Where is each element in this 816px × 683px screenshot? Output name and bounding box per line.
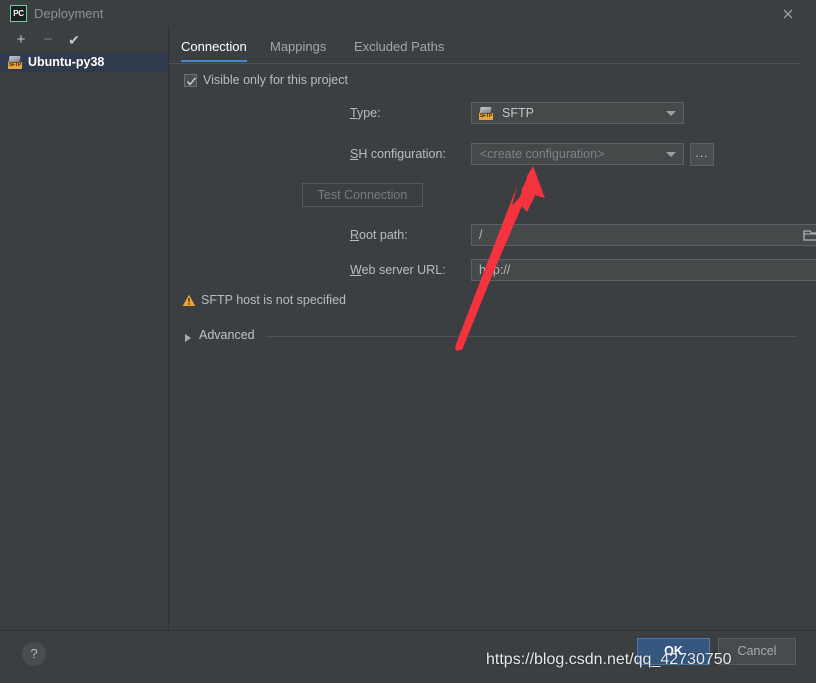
visible-only-row: Visible only for this project <box>169 71 816 95</box>
web-server-url-input[interactable]: http:// <box>471 259 816 281</box>
visible-only-checkbox[interactable] <box>184 74 197 87</box>
remove-server-button[interactable]: − <box>38 30 58 50</box>
chevron-down-icon <box>666 152 676 157</box>
test-connection-button[interactable]: Test Connection <box>302 183 423 207</box>
tab-separator <box>169 63 801 64</box>
tab-active-underline <box>181 60 247 62</box>
dialog-title: Deployment <box>34 6 104 21</box>
web-server-url-value: http:// <box>479 263 511 277</box>
sftp-server-icon: SFTP <box>479 107 493 120</box>
add-server-button[interactable]: + <box>11 30 31 50</box>
warning-triangle-icon <box>182 294 196 307</box>
ssh-configuration-label: SH configuration: <box>350 147 446 161</box>
tab-excluded-paths-label: Excluded Paths <box>354 39 445 54</box>
folder-icon[interactable] <box>799 225 816 245</box>
visible-only-label: Visible only for this project <box>203 73 348 87</box>
help-button[interactable]: ? <box>22 642 46 666</box>
server-list: SFTP Ubuntu-py38 <box>0 53 168 630</box>
deployment-dialog: PC Deployment + − ✔ SFTP Ubuntu-py38 Con… <box>0 0 816 683</box>
root-path-label-text: oot path: <box>359 228 408 242</box>
root-path-value: / <box>479 228 483 242</box>
ssh-configuration-row: SH configuration: <create configuration>… <box>169 143 816 167</box>
deployment-servers-sidebar: + − ✔ SFTP Ubuntu-py38 <box>0 27 169 630</box>
sftp-server-icon: SFTP <box>8 56 22 69</box>
apply-server-button[interactable]: ✔ <box>64 30 84 50</box>
chevron-down-icon <box>666 111 676 116</box>
tab-mappings-label: Mappings <box>270 39 327 54</box>
tab-excluded-paths[interactable]: Excluded Paths <box>354 34 444 62</box>
type-combobox[interactable]: SFTP SFTP <box>471 102 684 124</box>
ssh-configuration-browse-button[interactable]: ... <box>690 143 714 166</box>
ssh-configuration-placeholder: <create configuration> <box>480 147 605 161</box>
tab-connection-label: Connection <box>181 39 247 54</box>
warning-text: SFTP host is not specified <box>201 293 346 307</box>
list-item-ubuntu-py38[interactable]: SFTP Ubuntu-py38 <box>0 53 168 72</box>
web-server-url-label: Web server URL: <box>350 263 446 277</box>
root-path-row: Root path: / ? Autodetect <box>169 224 816 248</box>
root-path-input[interactable]: / <box>471 224 816 246</box>
advanced-section-row[interactable]: Advanced <box>169 326 816 350</box>
list-item-label: Ubuntu-py38 <box>28 55 105 69</box>
ssh-configuration-combobox[interactable]: <create configuration> <box>471 143 684 165</box>
sftp-icon-tag: SFTP <box>8 62 22 69</box>
type-row: Type: SFTP SFTP <box>169 102 816 126</box>
chevron-right-icon[interactable] <box>185 334 191 342</box>
web-server-url-row: Web server URL: http:// <box>169 259 816 283</box>
title-bar: PC Deployment <box>0 0 816 27</box>
type-label-text: ype: <box>356 106 381 120</box>
test-connection-row: Test Connection <box>169 183 816 207</box>
type-label: Type: <box>350 106 381 120</box>
advanced-label[interactable]: Advanced <box>199 328 255 342</box>
root-path-label: Root path: <box>350 228 408 242</box>
sidebar-toolbar: + − ✔ <box>0 27 168 53</box>
close-icon[interactable] <box>779 5 797 23</box>
watermark-text: https://blog.csdn.net/qq_42730750 <box>486 651 732 668</box>
tab-mappings[interactable]: Mappings <box>270 34 326 62</box>
connection-panel: Connection Mappings Excluded Paths Visib… <box>169 27 816 630</box>
web-label-mnemonic: W <box>350 263 362 277</box>
type-combobox-value: SFTP <box>502 106 534 120</box>
tab-connection[interactable]: Connection <box>181 34 247 62</box>
warning-row: SFTP host is not specified <box>169 291 816 315</box>
web-label-text: eb server URL: <box>361 263 446 277</box>
ssh-label-text: H configuration: <box>358 147 446 161</box>
root-path-label-mnemonic: R <box>350 228 360 242</box>
sftp-icon-tag: SFTP <box>479 113 493 120</box>
advanced-separator <box>266 336 796 337</box>
pycharm-logo-icon: PC <box>10 5 27 22</box>
type-label-mnemonic: T <box>350 106 357 120</box>
settings-tabs: Connection Mappings Excluded Paths <box>169 34 816 64</box>
